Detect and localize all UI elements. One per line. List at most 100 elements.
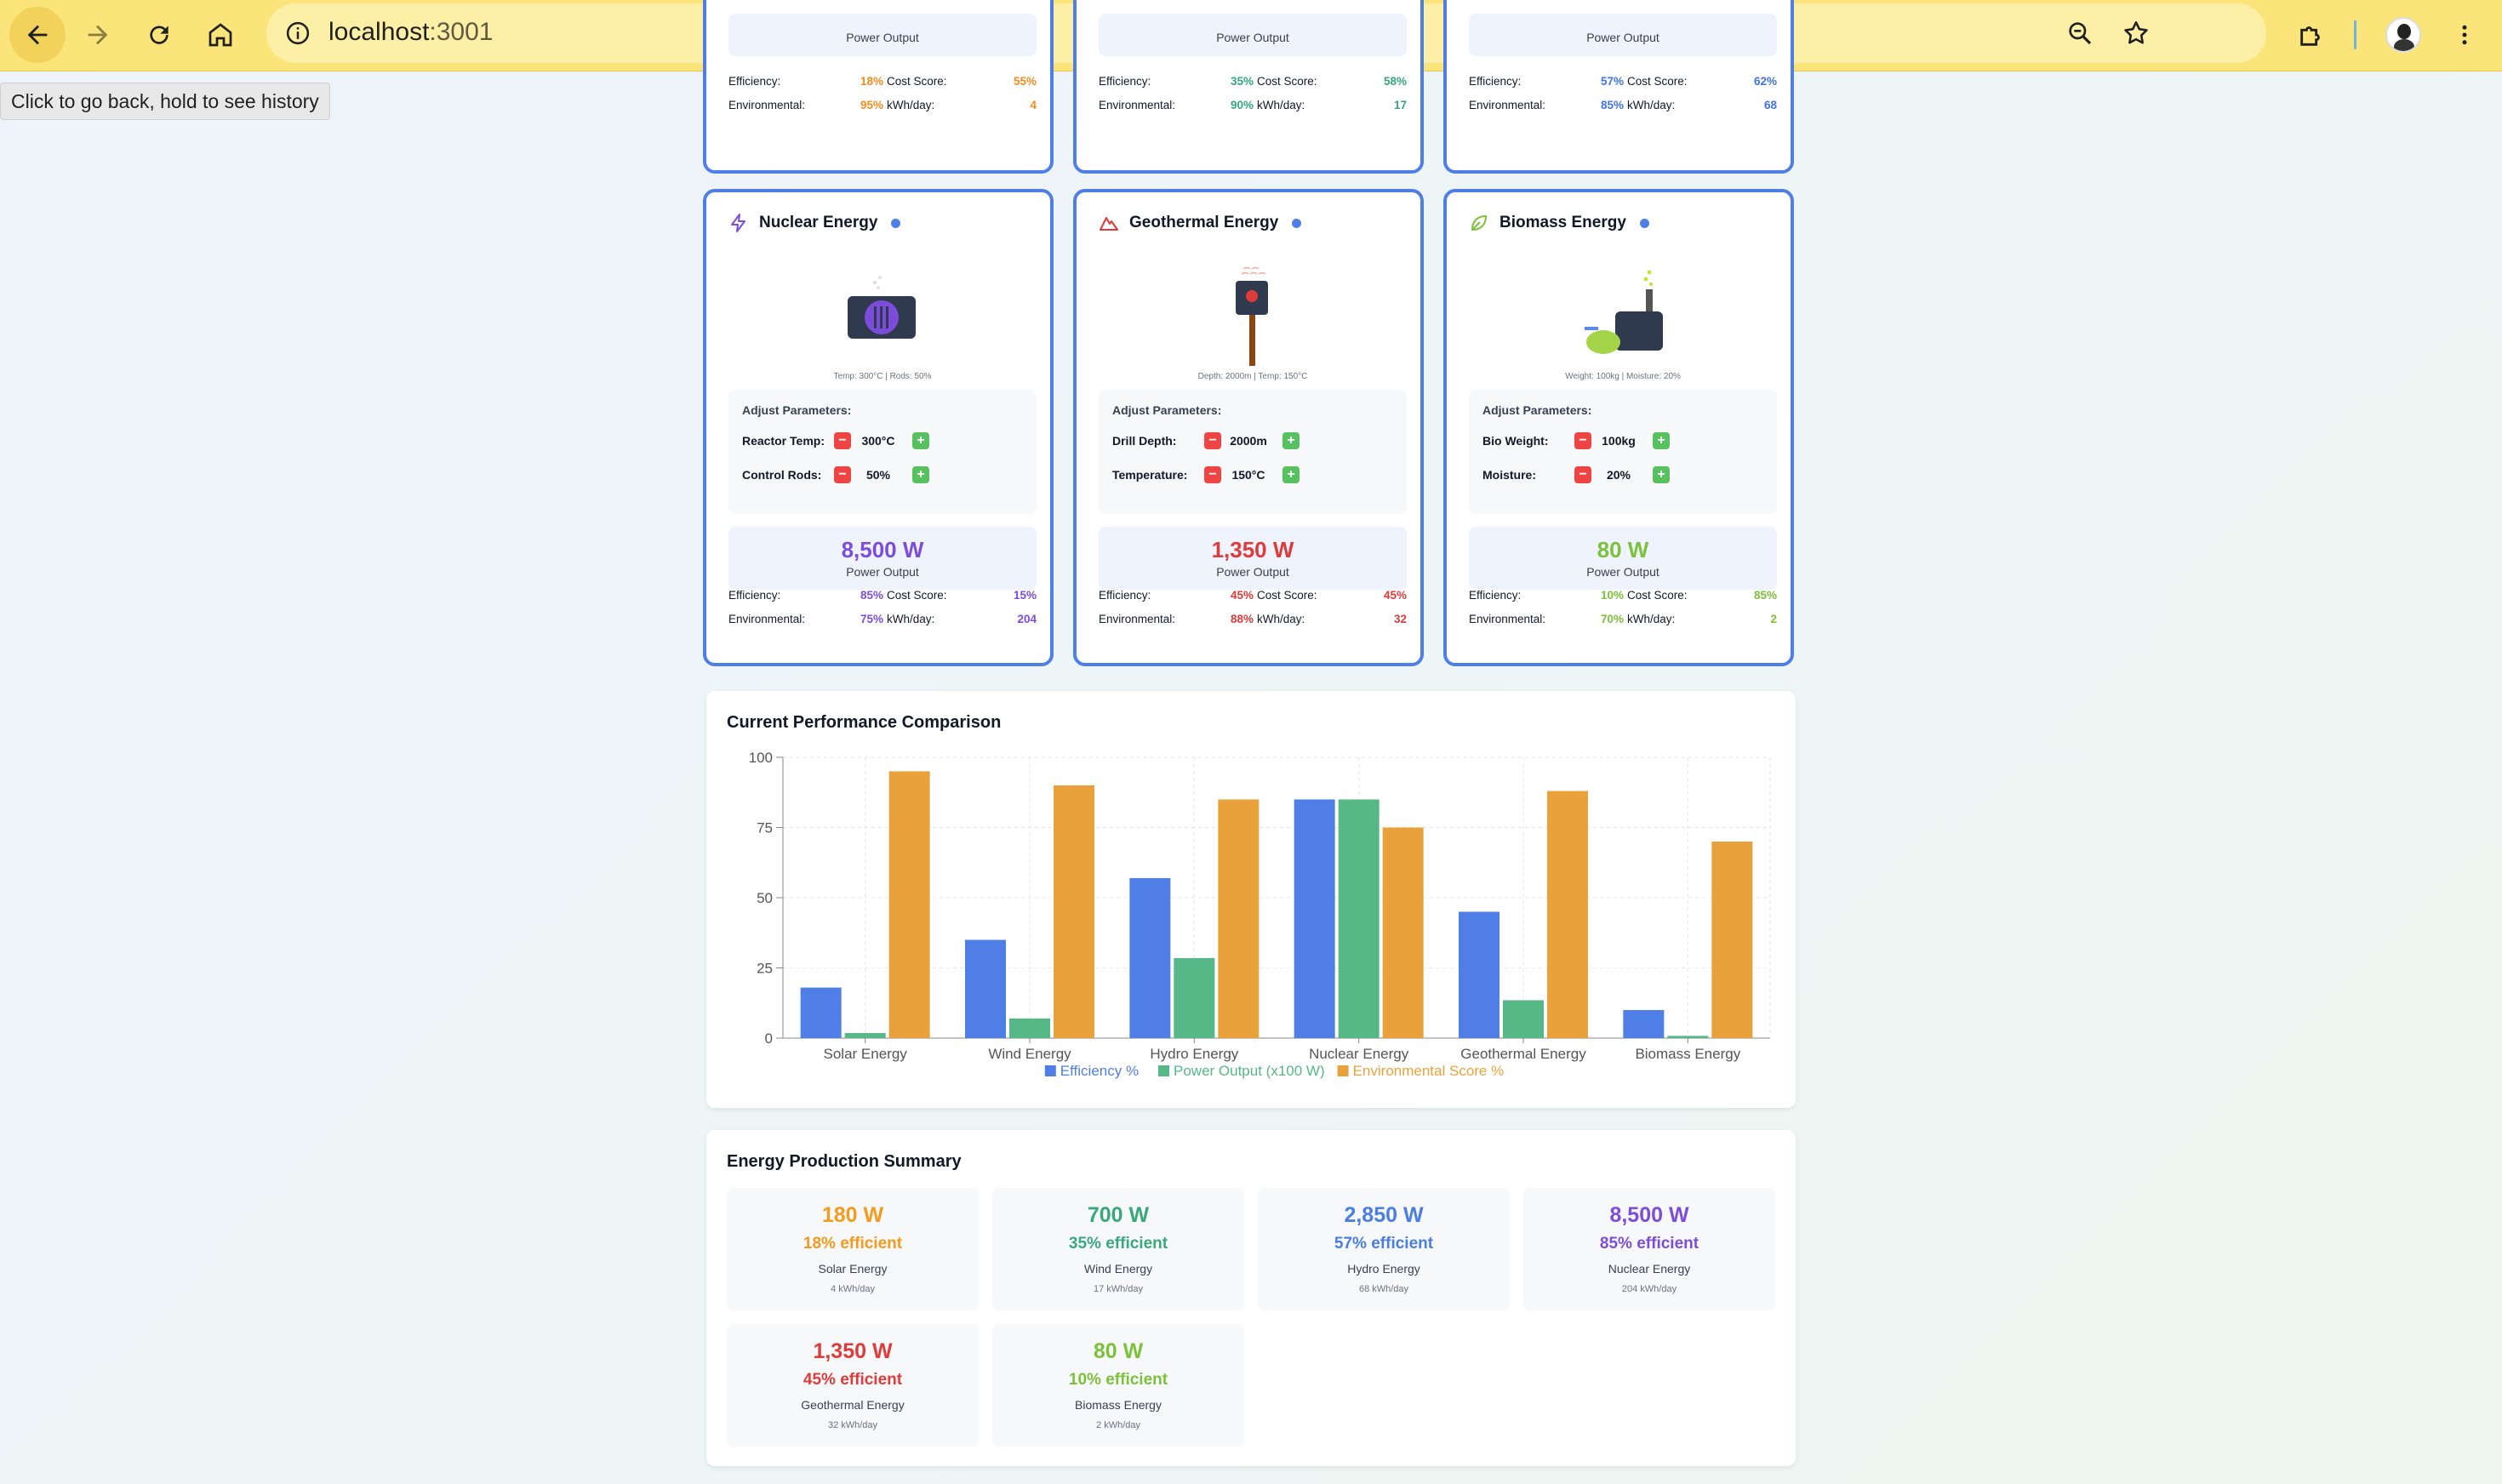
param-label: Reactor Temp: [742,434,825,448]
status-dot [1639,218,1649,228]
cost-score-value: 58% [1383,75,1407,88]
summary-name: Solar Energy [818,1262,888,1276]
avatar [2385,17,2421,53]
summary-efficiency: 57% efficient [1334,1235,1434,1253]
param-value: 2000m [1230,434,1267,448]
legend-label: Efficiency % [1060,1063,1139,1079]
home-icon [208,23,232,47]
summary-efficiency: 10% efficient [1068,1371,1168,1389]
efficiency-value: 18% [860,75,883,88]
production-summary-panel: Energy Production Summary 180 W 18% effic… [706,1130,1796,1466]
cost-score-label: Cost Score: [1257,589,1317,602]
summary-kwh: 17 kWh/day [1093,1284,1144,1294]
summary-power: 2,850 W [1344,1203,1424,1227]
summary-name: Wind Energy [1083,1262,1153,1276]
zoom-icon[interactable] [2062,15,2098,51]
stats-grid: Efficiency: 45% Cost Score: 45% Environment… [1099,589,1407,636]
summary-name: Nuclear Energy [1608,1262,1691,1276]
summary-card: 700 W 35% efficient Wind Energy 17 kWh/day [992,1188,1244,1310]
reactor-visualization: Temp: 300°C | Rods: 50% [728,260,1037,385]
card-title: Biomass Energy [1499,214,1626,231]
summary-kwh: 32 kWh/day [827,1420,878,1430]
power-output-label: Power Output [1586,565,1659,579]
cost-score-value: 62% [1753,75,1777,88]
bookmark-star-icon[interactable] [2118,15,2154,51]
y-tick-label: 75 [757,820,773,836]
stats-grid: Efficiency: 18% Cost Score: 55% Environment… [728,75,1037,123]
energy-card-solar: Power Output Efficiency: 18% Cost Score: 55… [703,0,1054,174]
decrease-button[interactable]: − [1574,466,1591,483]
divider [2354,20,2356,49]
summary-efficiency: 35% efficient [1068,1235,1168,1253]
increase-button[interactable]: + [1282,466,1300,483]
param-row-bio-weight: Bio Weight: − 100kg + [1482,431,1670,451]
kwh-label: kWh/day: [1627,99,1676,111]
param-label: Control Rods: [742,468,822,482]
summary-card: 2,850 W 57% efficient Hydro Energy 68 kWh/d… [1258,1188,1510,1310]
performance-chart-panel: Current Performance Comparison 0 25 50 75 10… [706,691,1796,1108]
efficiency-label: Efficiency: [728,75,781,88]
kwh-value: 204 [1017,613,1037,625]
power-output-value: 1,350 W [1211,537,1294,562]
summary-kwh: 2 kWh/day [1096,1420,1140,1430]
reload-button[interactable] [131,7,187,63]
home-button[interactable] [192,7,248,63]
energy-card-hydro: Power Output Efficiency: 57% Cost Score: 62… [1443,0,1794,174]
param-value: 150°C [1231,468,1265,482]
stats-grid: Efficiency: 57% Cost Score: 62% Environment… [1469,75,1777,123]
profile-button[interactable] [2375,7,2431,63]
forward-button[interactable] [70,7,126,63]
card-title: Geothermal Energy [1129,214,1279,231]
energy-card-wind: Power Output Efficiency: 35% Cost Score: 58… [1073,0,1424,174]
power-output-label: Power Output [1216,31,1289,44]
summary-card: 180 W 18% efficient Solar Energy 4 kWh/day [727,1188,979,1310]
summary-kwh: 68 kWh/day [1358,1284,1409,1294]
stats-grid: Efficiency: 85% Cost Score: 15% Environment… [728,589,1037,636]
site-info-icon[interactable] [278,14,317,53]
cost-score-label: Cost Score: [1627,75,1688,88]
extensions-button[interactable] [2283,7,2339,63]
menu-button[interactable] [2436,7,2493,63]
bar-efficiency [1459,911,1499,1038]
summary-name: Geothermal Energy [801,1398,905,1412]
efficiency-value: 85% [860,589,883,602]
decrease-button[interactable]: − [1574,432,1591,449]
y-tick-label: 25 [757,961,773,977]
param-row-drill-depth: Drill Depth: − 2000m + [1112,431,1300,451]
x-tick-label: Nuclear Energy [1309,1046,1409,1062]
summary-power: 180 W [821,1203,884,1227]
increase-button[interactable]: + [1653,466,1670,483]
power-output-box: 8,500 W Power Output [728,527,1037,590]
power-output-box: 80 W Power Output [1469,527,1777,590]
decrease-button[interactable]: − [834,432,851,449]
decrease-button[interactable]: − [1204,432,1221,449]
url-port: :3001 [429,18,494,46]
environmental-label: Environmental: [1099,613,1176,625]
bar-environmental [1547,791,1588,1038]
back-button[interactable] [9,7,66,63]
decrease-button[interactable]: − [1204,466,1221,483]
power-output-value: 8,500 W [841,537,924,562]
bar-power [1338,799,1380,1038]
legend-swatch [1337,1065,1349,1076]
summary-kwh: 4 kWh/day [831,1284,875,1294]
kwh-label: kWh/day: [1257,99,1305,111]
y-tick-label: 100 [749,750,773,766]
increase-button[interactable]: + [1282,432,1300,449]
power-output-box: Power Output [1099,14,1407,56]
summary-power: 80 W [1093,1339,1144,1363]
increase-button[interactable]: + [1653,432,1670,449]
reload-icon [150,26,169,44]
x-tick-label: Geothermal Energy [1460,1046,1586,1062]
bar-environmental [1218,799,1260,1038]
summary-kwh: 204 kWh/day [1621,1284,1677,1294]
decrease-button[interactable]: − [834,466,851,483]
increase-button[interactable]: + [912,466,929,483]
environmental-label: Environmental: [728,99,806,111]
efficiency-label: Efficiency: [728,589,781,602]
kwh-value: 4 [1030,99,1037,111]
status-dot [891,218,901,228]
increase-button[interactable]: + [912,432,929,449]
legend-swatch [1044,1065,1056,1076]
kwh-value: 32 [1393,613,1407,625]
